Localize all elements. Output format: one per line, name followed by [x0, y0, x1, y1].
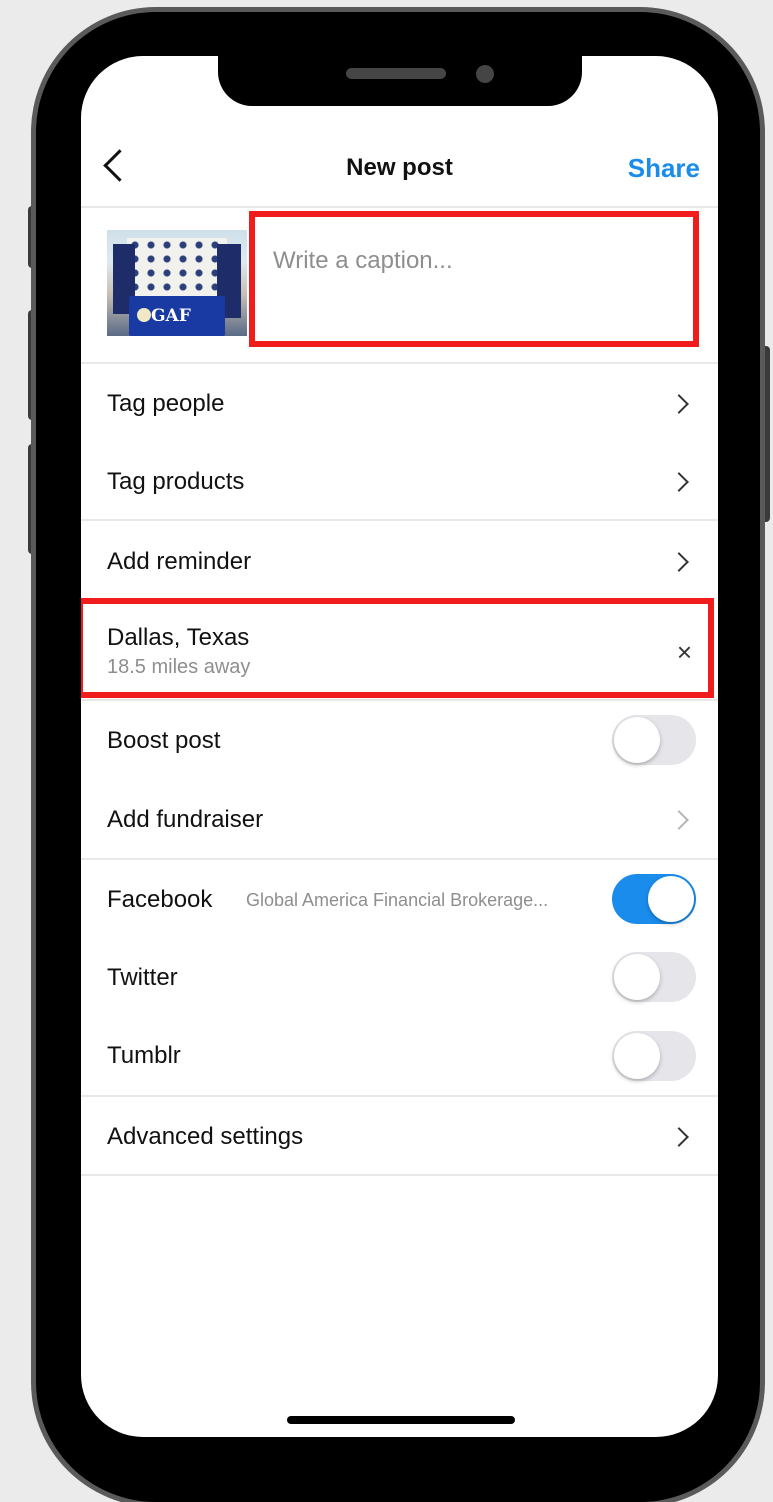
thumbnail-seal-icon: [137, 308, 151, 322]
sharing-divider: [81, 1095, 718, 1097]
toggle-knob: [614, 717, 660, 763]
caption-input[interactable]: [273, 247, 673, 275]
facebook-toggle[interactable]: [612, 874, 696, 924]
tag-people-label[interactable]: Tag people: [107, 390, 224, 418]
boost-post-label: Boost post: [107, 727, 221, 754]
thumbnail-backdrop: [127, 238, 227, 300]
caption-highlight-box: [249, 211, 699, 347]
header-divider: [81, 206, 718, 208]
tag-products-chevron-icon: [669, 472, 689, 492]
toggle-knob: [614, 1033, 660, 1079]
share-button[interactable]: Share: [628, 153, 700, 184]
advanced-divider: [81, 1174, 718, 1176]
tumblr-label: Tumblr: [107, 1042, 181, 1069]
facebook-label: Facebook: [107, 886, 213, 913]
fundraiser-divider: [81, 858, 718, 860]
add-reminder-label[interactable]: Add reminder: [107, 548, 251, 576]
facebook-account-name: Global America Financial Brokerage...: [246, 890, 549, 910]
tumblr-toggle[interactable]: [612, 1031, 696, 1081]
add-fundraiser-chevron-icon: [669, 810, 689, 830]
caption-divider: [81, 362, 718, 364]
phone-screen: New post Share GAF Tag people Tag produc…: [81, 56, 718, 1437]
add-fundraiser-label[interactable]: Add fundraiser: [107, 806, 263, 834]
toggle-knob: [648, 876, 694, 922]
twitter-label: Twitter: [107, 964, 178, 991]
post-thumbnail[interactable]: GAF: [107, 230, 247, 336]
advanced-settings-chevron-icon: [669, 1127, 689, 1147]
tags-divider: [81, 519, 718, 521]
page-title: New post: [346, 154, 453, 181]
location-distance: 18.5 miles away: [107, 656, 251, 678]
power-button: [760, 346, 770, 522]
add-reminder-chevron-icon: [669, 552, 689, 572]
toggle-knob: [614, 954, 660, 1000]
home-indicator[interactable]: [287, 1416, 515, 1424]
speaker-grille: [346, 68, 446, 79]
location-name[interactable]: Dallas, Texas: [107, 624, 249, 652]
twitter-toggle[interactable]: [612, 952, 696, 1002]
boost-post-toggle[interactable]: [612, 715, 696, 765]
front-camera: [476, 65, 494, 83]
remove-location-close-icon[interactable]: ×: [677, 637, 692, 668]
tag-products-label[interactable]: Tag products: [107, 468, 244, 496]
location-divider: [81, 699, 718, 701]
advanced-settings-label[interactable]: Advanced settings: [107, 1123, 303, 1151]
tag-people-chevron-icon: [669, 394, 689, 414]
thumbnail-logo: GAF: [151, 306, 191, 326]
phone-notch: [218, 12, 582, 106]
